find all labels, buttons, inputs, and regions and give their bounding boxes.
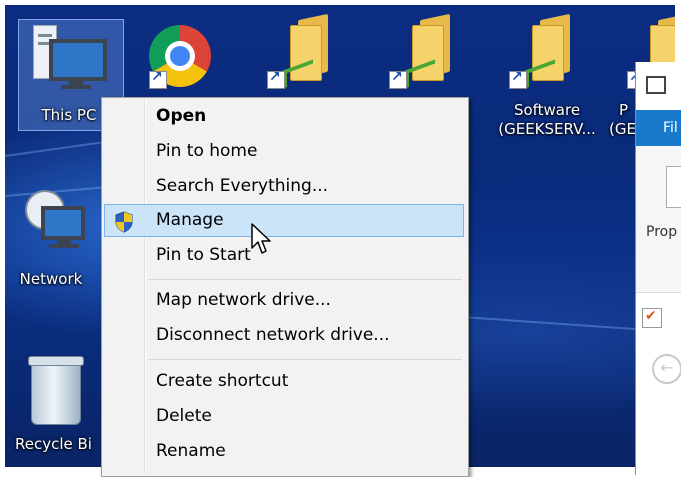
desktop-icon-label: (GEEKSERV... bbox=[498, 120, 596, 138]
recycle-bin-icon bbox=[28, 356, 84, 425]
mouse-cursor-icon bbox=[251, 223, 271, 254]
context-menu: Open Pin to home Search Everything... Ma… bbox=[101, 97, 469, 477]
computer-icon bbox=[33, 25, 107, 95]
menu-separator bbox=[148, 279, 462, 280]
desktop-icon-label: Recycle Bi bbox=[15, 435, 92, 453]
properties-icon[interactable] bbox=[666, 166, 681, 208]
window-titlebar[interactable] bbox=[636, 62, 681, 110]
menu-item-manage[interactable]: Manage bbox=[104, 204, 464, 237]
shortcut-arrow-icon bbox=[149, 69, 167, 89]
desktop-icon-label: Network bbox=[19, 270, 83, 288]
checkmark-icon[interactable]: ✔ bbox=[642, 308, 662, 328]
menu-item-rename[interactable]: Rename bbox=[104, 435, 464, 468]
menu-item-map-network-drive[interactable]: Map network drive... bbox=[104, 284, 464, 317]
menu-item-search-everything[interactable]: Search Everything... bbox=[104, 170, 464, 203]
menu-item-delete[interactable]: Delete bbox=[104, 400, 464, 433]
menu-item-pin-to-start[interactable]: Pin to Start bbox=[104, 239, 464, 272]
shortcut-arrow-icon bbox=[509, 69, 527, 89]
shortcut-arrow-icon bbox=[267, 69, 285, 89]
desktop-icon-software[interactable]: Software (GEEKSERV... bbox=[487, 101, 607, 139]
menu-item-pin-to-home[interactable]: Pin to home bbox=[104, 135, 464, 168]
menu-separator bbox=[148, 359, 462, 360]
menu-item-create-shortcut[interactable]: Create shortcut bbox=[104, 365, 464, 398]
shortcut-arrow-icon bbox=[389, 69, 407, 89]
uac-shield-icon bbox=[115, 211, 133, 233]
file-tab[interactable]: Fil bbox=[636, 110, 681, 146]
properties-label[interactable]: Prop bbox=[646, 224, 677, 240]
explorer-window[interactable]: Fil Prop ✔ ← bbox=[635, 62, 681, 475]
back-arrow-icon[interactable]: ← bbox=[652, 354, 681, 384]
network-arrow-icon bbox=[405, 59, 435, 89]
network-arrow-icon bbox=[525, 59, 555, 89]
menu-item-disconnect-network-drive[interactable]: Disconnect network drive... bbox=[104, 319, 464, 352]
menu-item-open[interactable]: Open bbox=[104, 100, 464, 133]
desktop-icon-label: Software bbox=[513, 101, 581, 119]
menu-item-label: Manage bbox=[156, 210, 224, 230]
ribbon bbox=[636, 146, 681, 293]
computer-icon bbox=[646, 76, 666, 94]
network-arrow-icon bbox=[283, 59, 313, 89]
